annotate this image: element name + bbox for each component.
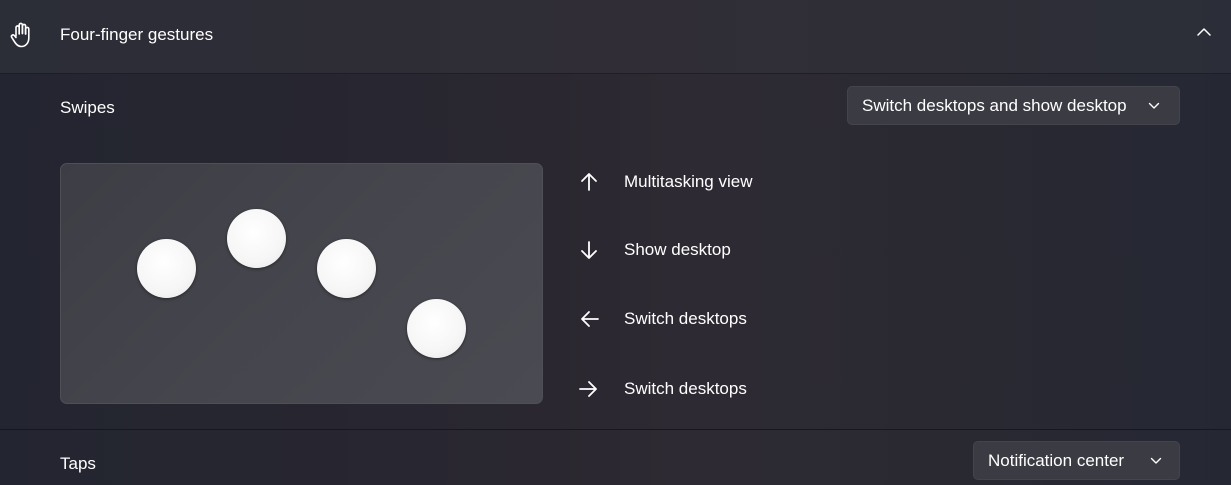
arrow-right-icon (579, 381, 597, 397)
chevron-down-icon (1150, 457, 1162, 464)
chevron-down-icon (1148, 102, 1160, 109)
finger-dot (317, 239, 376, 298)
arrow-left-icon (581, 311, 599, 327)
taps-label: Taps (60, 454, 96, 473)
gesture-action-label: Multitasking view (624, 172, 753, 191)
finger-dot (227, 209, 286, 268)
chevron-up-icon[interactable] (1196, 26, 1212, 38)
finger-dot (137, 239, 196, 298)
swipes-dropdown-value: Switch desktops and show desktop (862, 96, 1127, 115)
gesture-action-label: Switch desktops (624, 379, 747, 398)
swipes-dropdown[interactable]: Switch desktops and show desktop (847, 86, 1180, 125)
arrow-down-icon (581, 241, 597, 259)
taps-dropdown[interactable]: Notification center (973, 441, 1180, 480)
taps-dropdown-value: Notification center (988, 451, 1125, 470)
four-finger-gestures-header[interactable]: Four-finger gestures (0, 0, 1231, 74)
gesture-action-label: Show desktop (624, 240, 731, 259)
finger-dot (407, 299, 466, 358)
arrow-up-icon (581, 173, 597, 191)
gesture-action-label: Switch desktops (624, 309, 747, 328)
section-divider (0, 429, 1231, 430)
touchpad-illustration (60, 163, 543, 404)
section-title: Four-finger gestures (60, 25, 214, 44)
swipes-label: Swipes (60, 98, 115, 117)
hand-icon (10, 22, 30, 48)
